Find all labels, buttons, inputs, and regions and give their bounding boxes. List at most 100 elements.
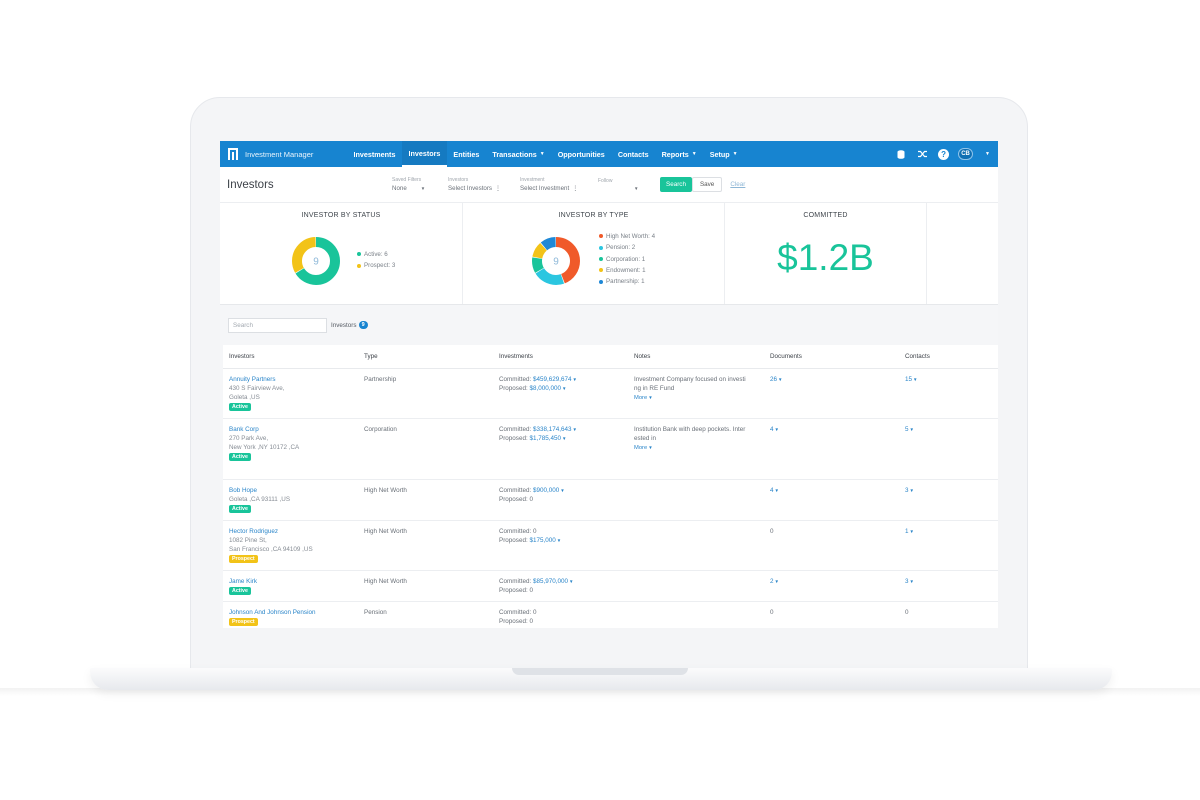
user-avatar[interactable]: CB bbox=[958, 148, 974, 160]
investor-name-link[interactable]: Johnson And Johnson Pension bbox=[229, 608, 358, 617]
legend-item[interactable]: Endowment: 1 bbox=[599, 265, 655, 276]
legend-item[interactable]: Pension: 2 bbox=[599, 242, 655, 253]
investor-cell: Jame Kirk Active bbox=[223, 570, 358, 602]
legend-item[interactable]: Prospect: 3 bbox=[357, 260, 395, 271]
chevron-down-icon[interactable]: ▼ bbox=[910, 529, 914, 534]
nav-item-label: Investments bbox=[353, 149, 396, 159]
investors-count-badge: 9 bbox=[358, 321, 368, 329]
chevron-down-icon[interactable]: ▼ bbox=[572, 427, 576, 432]
database-icon[interactable] bbox=[894, 148, 907, 161]
chevron-down-icon[interactable]: ▼ bbox=[910, 427, 914, 432]
documents-count[interactable]: 4 bbox=[770, 426, 774, 433]
column-header-investments[interactable]: Investments bbox=[493, 345, 628, 369]
table-search-input[interactable]: Search bbox=[228, 317, 327, 333]
chevron-down-icon[interactable]: ▼ bbox=[778, 377, 782, 382]
contacts-count[interactable]: 5 bbox=[905, 426, 909, 433]
chevron-down-icon[interactable]: ▼ bbox=[562, 436, 566, 441]
committed-prefix: Committed: bbox=[499, 577, 533, 585]
search-button[interactable]: Search bbox=[660, 177, 692, 192]
investment-filter-select[interactable]: Investment Select Investment ⋮ bbox=[520, 177, 586, 192]
status-badge: Active bbox=[229, 403, 251, 412]
documents-count[interactable]: 26 bbox=[770, 376, 777, 383]
follow-filter-select[interactable]: Follow ▼ bbox=[598, 178, 642, 191]
investor-name-link[interactable]: Bob Hope bbox=[229, 486, 358, 495]
legend-item[interactable]: Partnership: 1 bbox=[599, 276, 655, 287]
column-header-documents[interactable]: Documents bbox=[764, 345, 899, 369]
committed-panel: COMMITTED $1.2B bbox=[725, 203, 927, 304]
help-icon[interactable]: ? bbox=[938, 148, 950, 160]
investor-name-link[interactable]: Hector Rodriguez bbox=[229, 527, 358, 536]
type-panel: INVESTOR BY TYPE 9 High Net Worth: 4 Pens… bbox=[463, 203, 725, 304]
chevron-down-icon[interactable]: ▼ bbox=[775, 579, 779, 584]
saved-filters-select[interactable]: Saved Filters None ▼ bbox=[392, 177, 436, 192]
nav-item-reports[interactable]: Reports ▼ bbox=[655, 141, 703, 167]
chevron-down-icon[interactable]: ▼ bbox=[775, 488, 779, 493]
nav-item-investments[interactable]: Investments bbox=[347, 141, 402, 167]
investor-name-link[interactable]: Bank Corp bbox=[229, 425, 358, 434]
chevron-down-icon[interactable]: ▼ bbox=[560, 488, 564, 493]
nav-item-contacts[interactable]: Contacts bbox=[611, 141, 655, 167]
investors-table: Investors Type Investments Notes Documents Co… bbox=[223, 345, 998, 628]
legend-dot bbox=[599, 234, 603, 239]
more-link[interactable]: More▼ bbox=[634, 443, 764, 453]
contacts-count[interactable]: 3 bbox=[905, 578, 909, 585]
chevron-down-icon[interactable]: ▼ bbox=[913, 377, 917, 382]
committed-value[interactable]: $338,174,643 bbox=[533, 426, 572, 433]
legend-dot bbox=[599, 256, 603, 261]
column-header-notes[interactable]: Notes bbox=[628, 345, 764, 369]
chevron-down-icon[interactable]: ▼ bbox=[569, 579, 573, 584]
proposed-prefix: Proposed: bbox=[499, 536, 530, 544]
legend-item[interactable]: High Net Worth: 4 bbox=[599, 231, 655, 242]
documents-cell: 0 bbox=[764, 601, 899, 628]
proposed-value[interactable]: $8,000,000 bbox=[529, 385, 561, 392]
nav-item-opportunities[interactable]: Opportunities bbox=[551, 141, 611, 167]
documents-count[interactable]: 2 bbox=[770, 578, 774, 585]
stats-spacer bbox=[927, 203, 998, 304]
committed-value[interactable]: $900,000 bbox=[533, 487, 559, 494]
shuffle-icon[interactable] bbox=[916, 148, 929, 161]
user-menu-chevron-icon[interactable]: ▼ bbox=[985, 151, 990, 157]
legend-item[interactable]: Active: 6 bbox=[357, 249, 395, 260]
brand[interactable]: Investment Manager bbox=[228, 148, 347, 160]
nav-item-investors[interactable]: Investors bbox=[401, 141, 447, 167]
chevron-down-icon[interactable]: ▼ bbox=[910, 579, 914, 584]
legend-item[interactable]: Corporation: 1 bbox=[599, 254, 655, 265]
committed-value[interactable]: $459,629,674 bbox=[533, 376, 572, 383]
chevron-down-icon[interactable]: ▼ bbox=[557, 538, 561, 543]
committed-value[interactable]: $85,970,000 bbox=[533, 578, 568, 585]
documents-count[interactable]: 4 bbox=[770, 487, 774, 494]
status-badge: Active bbox=[229, 504, 251, 513]
more-link[interactable]: More▼ bbox=[634, 393, 764, 403]
chevron-down-icon[interactable]: ▼ bbox=[562, 386, 566, 391]
clear-link[interactable]: Clear bbox=[730, 181, 745, 188]
contacts-count[interactable]: 1 bbox=[905, 528, 909, 535]
table-area: Search Investors 9 Investors Type Investme… bbox=[220, 305, 998, 628]
more-vertical-icon: ⋮ bbox=[495, 186, 502, 192]
chevron-down-icon[interactable]: ▼ bbox=[910, 488, 914, 493]
investor-name-link[interactable]: Jame Kirk bbox=[229, 577, 358, 586]
investor-name-link[interactable]: Annuity Partners bbox=[229, 375, 358, 384]
chevron-down-icon[interactable]: ▼ bbox=[775, 427, 779, 432]
notes-cell bbox=[628, 479, 764, 521]
nav-item-setup[interactable]: Setup ▼ bbox=[703, 141, 744, 167]
proposed-value[interactable]: $1,785,450 bbox=[529, 435, 561, 442]
save-button[interactable]: Save bbox=[691, 177, 723, 192]
committed-line: Committed: 0 bbox=[499, 527, 628, 536]
proposed-value[interactable]: $175,000 bbox=[529, 537, 555, 544]
chevron-down-icon[interactable]: ▼ bbox=[572, 377, 576, 382]
investor-type: High Net Worth bbox=[364, 486, 407, 494]
nav-item-transactions[interactable]: Transactions ▼ bbox=[486, 141, 551, 167]
contacts-count[interactable]: 3 bbox=[905, 487, 909, 494]
column-header-type[interactable]: Type bbox=[358, 345, 493, 369]
column-header-contacts[interactable]: Contacts bbox=[899, 345, 998, 369]
investors-count-label: Investors bbox=[331, 321, 357, 329]
contacts-count[interactable]: 15 bbox=[905, 376, 912, 383]
investor-cell: Johnson And Johnson Pension Prospect bbox=[223, 601, 358, 628]
investors-filter-select[interactable]: Investors Select Investors ⋮ bbox=[448, 177, 508, 192]
type-legend: High Net Worth: 4 Pension: 2 Corporation: … bbox=[599, 231, 655, 287]
nav-item-entities[interactable]: Entities bbox=[447, 141, 486, 167]
type-donut[interactable]: 9 bbox=[531, 236, 581, 288]
documents-cell: 2▼ bbox=[764, 570, 899, 602]
column-header-investors[interactable]: Investors bbox=[223, 345, 358, 369]
status-donut[interactable]: 9 bbox=[291, 236, 341, 288]
